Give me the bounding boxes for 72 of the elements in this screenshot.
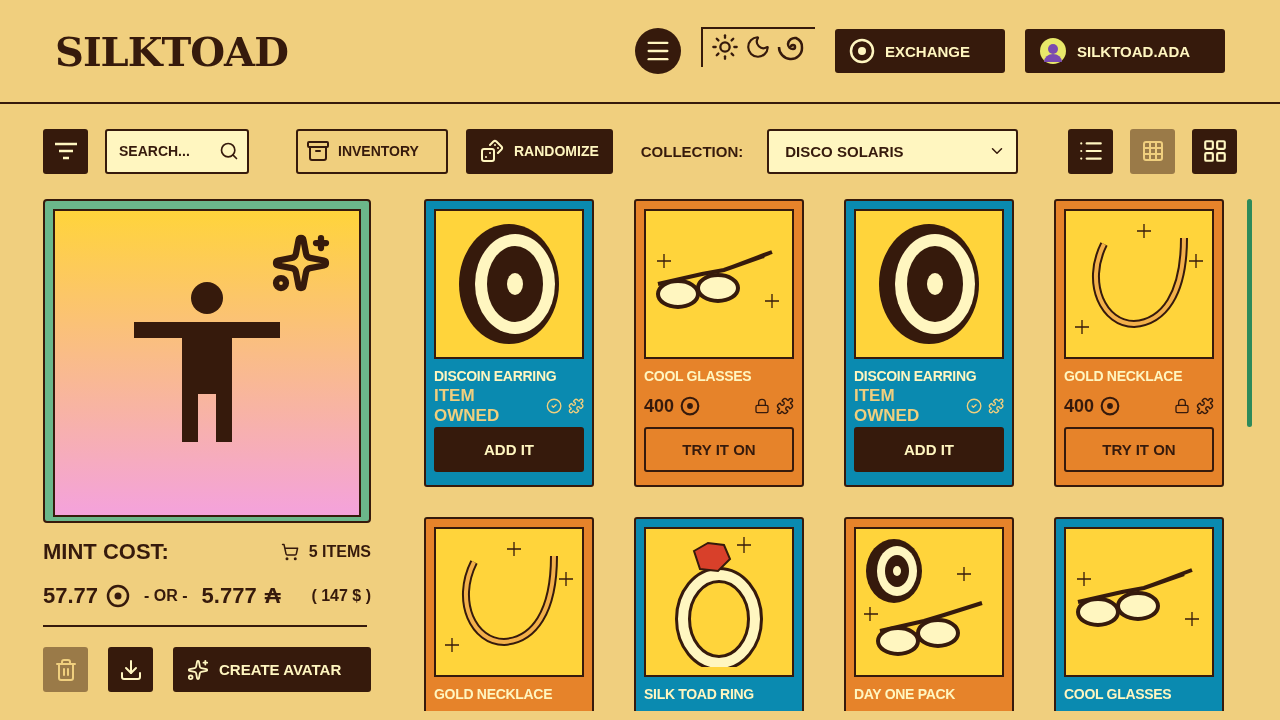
person-silhouette-icon	[134, 282, 280, 444]
item-card[interactable]: DISCOIN EARRING ITEM OWNED ADD IT	[844, 199, 1014, 487]
item-action-button[interactable]: TRY IT ON	[1064, 427, 1214, 472]
item-price: 400	[644, 395, 675, 417]
filter-button[interactable]	[43, 128, 88, 174]
view-toggle-button[interactable]	[1192, 128, 1237, 174]
grid-icon	[1140, 139, 1165, 163]
usd-price: ( 147 $ )	[311, 587, 371, 605]
item-name: DISCOIN EARRING	[434, 368, 558, 384]
coin-icon	[1100, 396, 1121, 416]
item-card[interactable]: COOL GLASSES	[1054, 517, 1224, 711]
item-name: COOL GLASSES	[644, 368, 753, 384]
puzzle-icon	[567, 397, 584, 415]
archive-icon	[306, 139, 330, 163]
cart-icon	[280, 543, 299, 561]
items-count: 5 ITEMS	[308, 543, 371, 561]
download-icon	[118, 657, 143, 682]
account-button[interactable]: SILKTOAD.ADA	[1025, 29, 1225, 73]
item-card[interactable]: COOL GLASSES 400 TRY IT ON	[634, 199, 804, 487]
item-action-button[interactable]: ADD IT	[854, 427, 1004, 472]
item-name: COOL GLASSES	[1064, 686, 1173, 702]
trash-icon	[53, 657, 78, 682]
filter-icon	[53, 142, 78, 160]
sparkles-icon	[187, 658, 209, 681]
grid-icon	[1201, 138, 1228, 164]
item-card[interactable]: SILK TOAD RING	[634, 517, 804, 711]
item-name: GOLD NECKLACE	[434, 686, 554, 702]
create-avatar-button[interactable]: CREATE AVATAR	[173, 647, 371, 692]
check-icon	[965, 397, 982, 415]
item-card[interactable]: DISCOIN EARRING ITEM OWNED ADD IT	[424, 199, 594, 487]
moon-icon[interactable]	[745, 34, 771, 60]
mint-cost-label: MINT COST:	[43, 539, 169, 565]
menu-button[interactable]	[635, 28, 681, 74]
item-card[interactable]: GOLD NECKLACE 400 TRY IT ON	[1054, 199, 1224, 487]
search-icon[interactable]	[219, 140, 239, 161]
exchange-button[interactable]: EXCHANGE	[835, 29, 1005, 73]
item-name: SILK TOAD RING	[644, 686, 755, 702]
view-toggle-button[interactable]	[1130, 128, 1175, 174]
item-action-button[interactable]: TRY IT ON	[644, 427, 794, 472]
item-status: ITEM OWNED	[854, 386, 921, 426]
puzzle-icon	[776, 397, 794, 415]
token-price: 57.77	[43, 583, 99, 609]
avatar-icon	[1039, 37, 1067, 65]
check-icon	[545, 397, 562, 415]
lock-icon	[1174, 398, 1190, 414]
item-price: 400	[1064, 395, 1095, 417]
sparkles-icon	[271, 233, 331, 293]
download-button[interactable]	[108, 647, 153, 692]
inventory-button[interactable]: INVENTORY	[296, 128, 448, 174]
item-action-button[interactable]: ADD IT	[434, 427, 584, 472]
scrollbar[interactable]	[1247, 199, 1252, 427]
item-status: ITEM OWNED	[434, 386, 501, 426]
sun-icon[interactable]	[711, 33, 739, 61]
logo[interactable]: SILKTOAD	[55, 27, 615, 75]
lock-icon	[754, 398, 770, 414]
item-name: DISCOIN EARRING	[854, 368, 978, 384]
ada-price: 5.777	[201, 583, 257, 609]
puzzle-icon	[987, 397, 1004, 415]
dice-icon	[480, 139, 504, 163]
collection-label: COLLECTION:	[640, 142, 744, 160]
randomize-button[interactable]: RANDOMIZE	[466, 128, 613, 174]
ada-symbol: ₳	[264, 583, 281, 609]
item-name: GOLD NECKLACE	[1064, 368, 1184, 384]
coin-icon	[849, 38, 875, 64]
coin-icon	[680, 396, 701, 416]
coin-icon	[106, 584, 131, 608]
or-separator: - OR -	[144, 587, 188, 605]
puzzle-icon	[1196, 397, 1214, 415]
view-toggle-button[interactable]	[1068, 128, 1113, 174]
collection-dropdown[interactable]: DISCO SOLARIS	[767, 128, 1019, 174]
item-name: DAY ONE PACK	[854, 686, 957, 702]
search-field[interactable]: SEARCH...	[105, 128, 249, 174]
